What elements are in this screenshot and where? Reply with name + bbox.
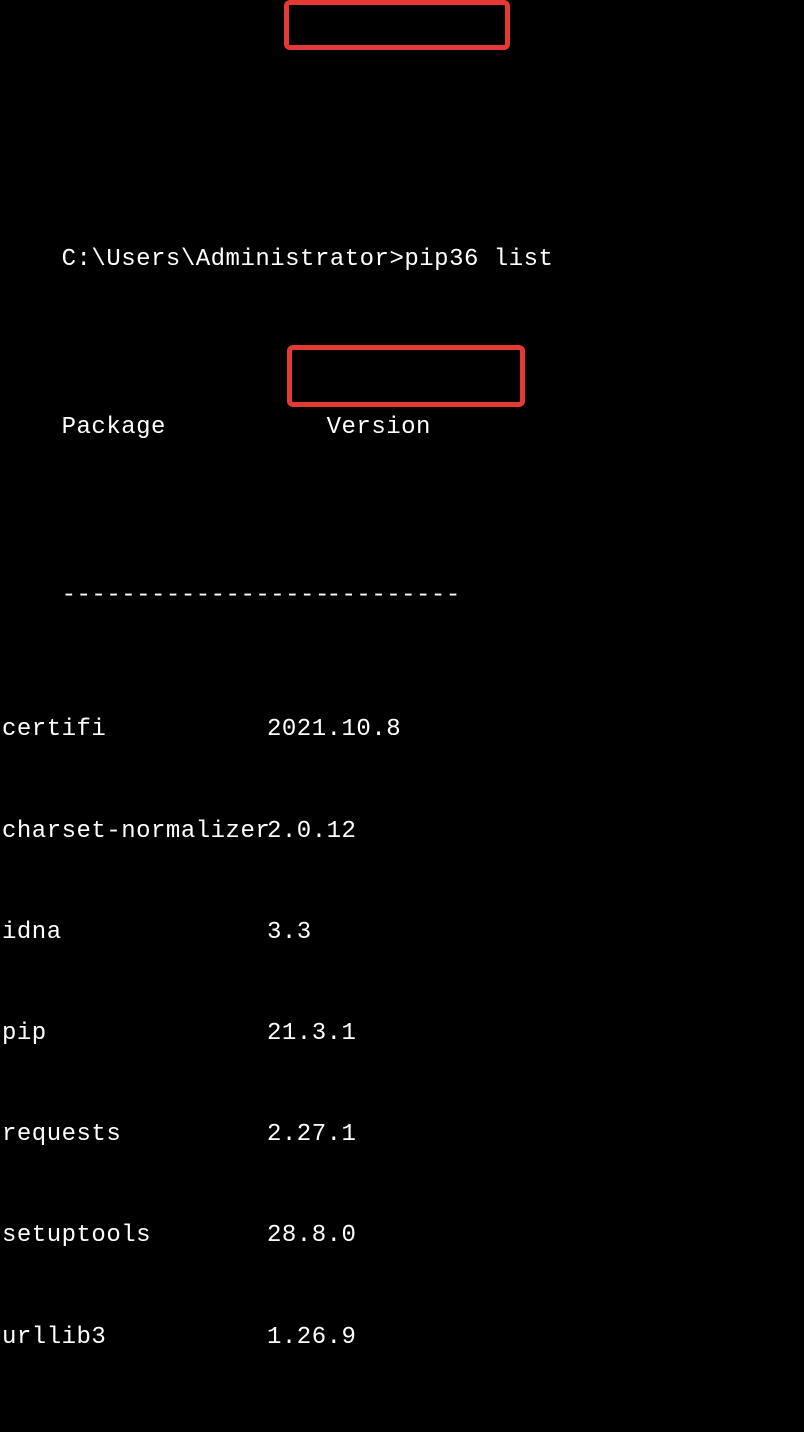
cell-version: 2021.10.8 bbox=[267, 713, 401, 747]
sep-version: --------- bbox=[327, 579, 461, 613]
table-separator-1: --------------------------- bbox=[2, 546, 802, 647]
cell-version: 21.3.1 bbox=[267, 1017, 356, 1051]
table-header-1: PackageVersion bbox=[2, 378, 802, 479]
cell-package: certifi bbox=[2, 713, 267, 747]
cell-package: idna bbox=[2, 916, 267, 950]
cell-package: pip bbox=[2, 1017, 267, 1051]
table-row: charset-normalizer2.0.12 bbox=[2, 815, 802, 849]
table-row: pip21.3.1 bbox=[2, 1017, 802, 1051]
header-version: Version bbox=[327, 411, 431, 445]
table-row: certifi2021.10.8 bbox=[2, 713, 802, 747]
command-text: pip36 list bbox=[404, 246, 553, 273]
table-row: urllib31.26.9 bbox=[2, 1321, 802, 1355]
table-row: requests2.27.1 bbox=[2, 1118, 802, 1152]
cell-version: 3.3 bbox=[267, 916, 312, 950]
cell-package: setuptools bbox=[2, 1219, 267, 1253]
table-row: idna3.3 bbox=[2, 916, 802, 950]
cell-package: urllib3 bbox=[2, 1321, 267, 1355]
cell-version: 2.27.1 bbox=[267, 1118, 356, 1152]
cell-version: 2.0.12 bbox=[267, 815, 356, 849]
highlight-box-1 bbox=[284, 0, 510, 50]
header-package: Package bbox=[62, 411, 327, 445]
cell-version: 28.8.0 bbox=[267, 1219, 356, 1253]
sep-package: ------------------ bbox=[62, 579, 327, 613]
prompt-line-1[interactable]: C:\Users\Administrator>pip36 list bbox=[2, 210, 802, 311]
cell-package: requests bbox=[2, 1118, 267, 1152]
prompt-prefix: C:\Users\Administrator> bbox=[62, 246, 405, 273]
table-row: setuptools28.8.0 bbox=[2, 1219, 802, 1253]
cell-package: charset-normalizer bbox=[2, 815, 267, 849]
cell-version: 1.26.9 bbox=[267, 1321, 356, 1355]
terminal-output: C:\Users\Administrator>pip36 list Packag… bbox=[0, 0, 804, 1432]
